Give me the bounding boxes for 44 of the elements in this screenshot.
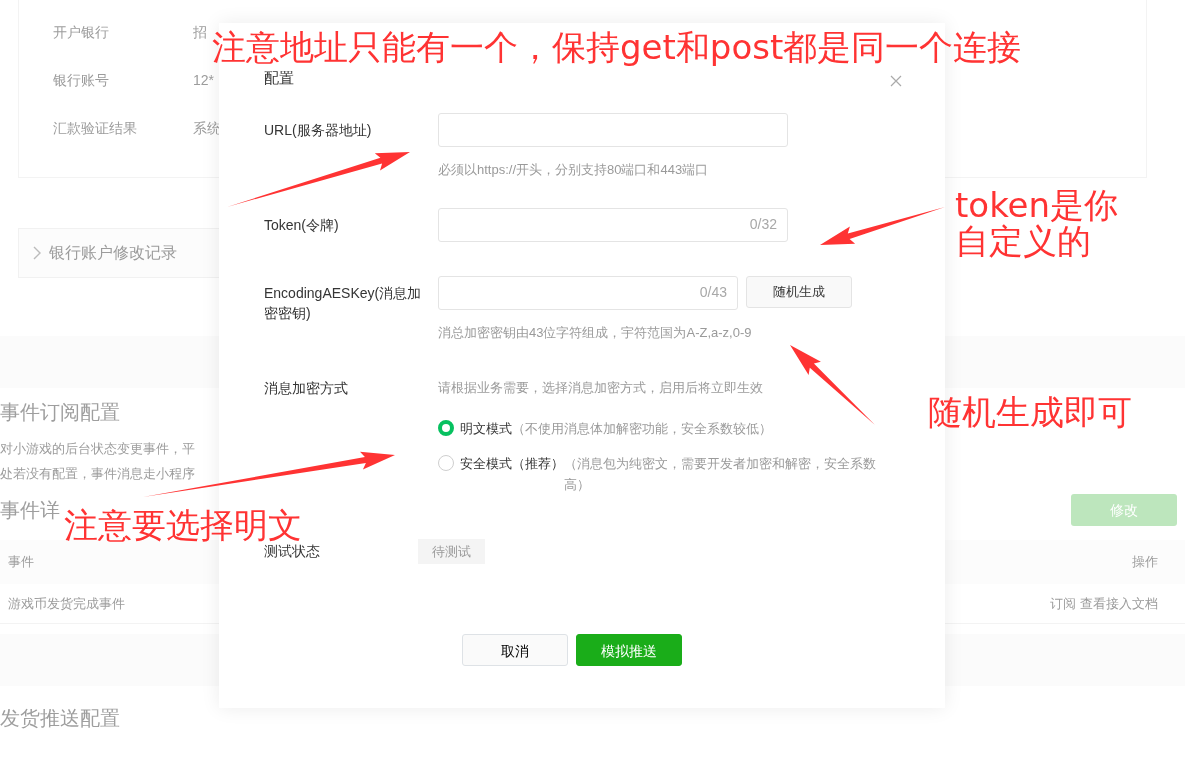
field-label: 银行账号 bbox=[53, 71, 109, 90]
section-title: 发货推送配置 bbox=[0, 706, 120, 730]
dialog-title: 配置 bbox=[264, 69, 294, 88]
description-text: 对小游戏的后台状态变更事件，平 bbox=[0, 440, 195, 458]
description-text: 处若没有配置，事件消息走小程序 bbox=[0, 465, 195, 483]
field-label: Token(令牌) bbox=[264, 215, 340, 235]
annotation-text: 注意要选择明文 bbox=[64, 508, 302, 544]
annotation-text: 随机生成即可 bbox=[928, 395, 1132, 431]
table-cell-text: 游戏币发货完成事件 bbox=[8, 594, 125, 613]
action-link[interactable]: 查看接入文档 bbox=[1080, 593, 1158, 613]
option-label: 明文模式 bbox=[460, 419, 512, 438]
hint-text: 必须以https://开头，分别支持80端口和443端口 bbox=[438, 161, 710, 179]
annotation-text: token是你自定义的 bbox=[955, 188, 1120, 260]
field-value: 12* bbox=[193, 71, 215, 90]
field-value: 系统 bbox=[193, 119, 221, 138]
field-value: 招 bbox=[193, 23, 207, 42]
field-label: 汇款验证结果 bbox=[53, 119, 137, 138]
section-title: 事件订阅配置 bbox=[0, 400, 120, 424]
hint-text: 消总加密密钥由43位字符组成，宇符范国为A-Z,a-z,0-9 bbox=[438, 323, 753, 342]
field-label: URL(服务器地址) bbox=[264, 121, 373, 140]
chevron-icon bbox=[33, 246, 41, 260]
radio-button[interactable] bbox=[438, 454, 454, 471]
field-label: 开户银行 bbox=[53, 23, 109, 42]
field-label: 消息加密方式 bbox=[264, 379, 349, 398]
field-label: EncodingAESKey(消息加密密钥) bbox=[264, 283, 423, 323]
close-icon[interactable] bbox=[890, 75, 902, 87]
annotation-text: 注意地址只能有一个，保持get和post都是同一个连接 bbox=[212, 30, 1022, 66]
input-field[interactable]: 0/32 bbox=[438, 207, 788, 242]
cancel-button[interactable]: 取消 bbox=[462, 634, 568, 666]
section-title: 事件详 bbox=[0, 498, 60, 522]
column-header: 操作 bbox=[1132, 553, 1158, 571]
hint-text: 请根据业务需要，选择消息加密方式，启用后将立即生效 bbox=[438, 379, 764, 397]
input-field[interactable] bbox=[438, 113, 788, 147]
column-header: 事件 bbox=[8, 553, 34, 571]
option-note: （不使用消息体加解密功能，安全系数较低） bbox=[512, 419, 772, 438]
generate-button[interactable]: 随机生成 bbox=[746, 275, 852, 308]
radio-button[interactable] bbox=[438, 419, 454, 436]
status-tag: 待测试 bbox=[418, 538, 485, 564]
option-note: （消息包为纯密文，需要开发者加密和解密，安全系数高） bbox=[564, 454, 877, 494]
action-link[interactable]: 订阅 bbox=[1050, 593, 1076, 613]
field-label: 测试状态 bbox=[264, 542, 321, 562]
option-label: 安全模式（推荐） bbox=[460, 454, 564, 473]
input-field[interactable]: 0/43 bbox=[438, 275, 738, 310]
submit-button[interactable]: 模拟推送 bbox=[576, 634, 682, 666]
